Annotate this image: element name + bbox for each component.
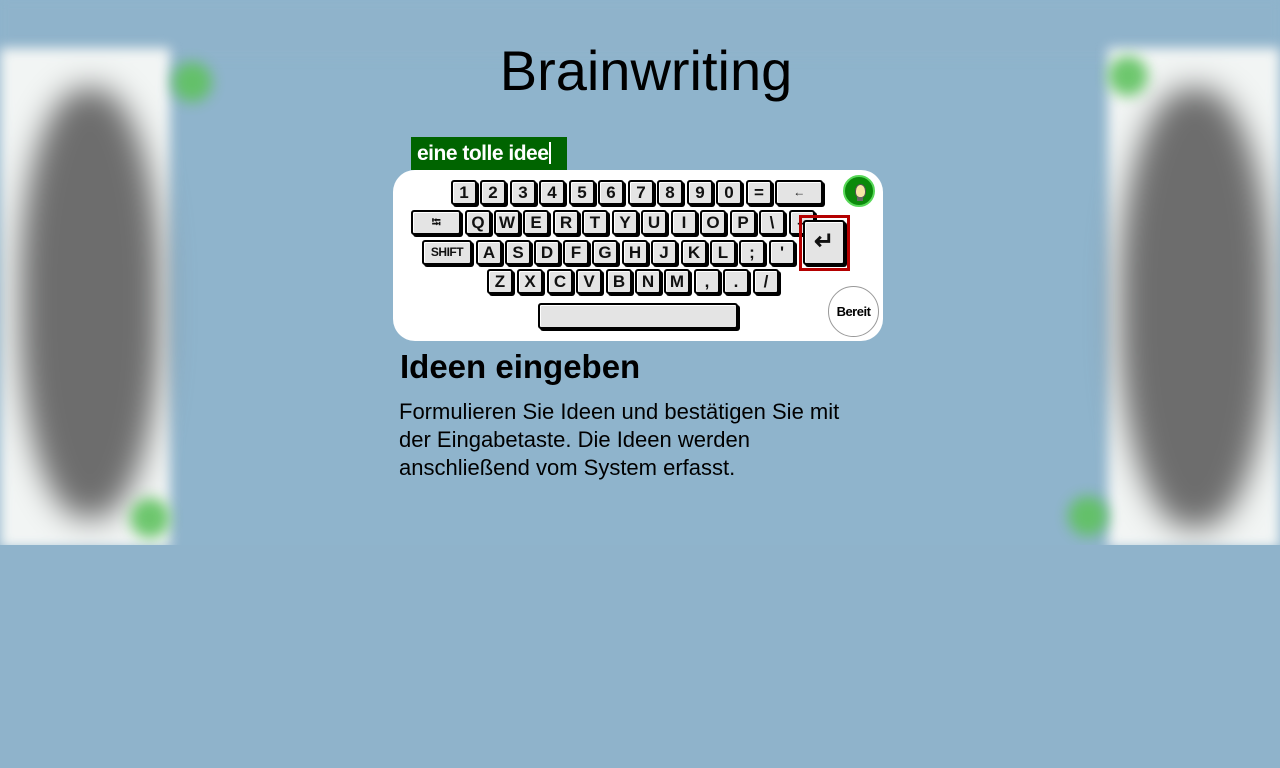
key-row1-10[interactable]: =: [746, 180, 772, 205]
key-row2-10[interactable]: P: [730, 210, 756, 235]
key-row4-3[interactable]: V: [576, 269, 602, 294]
idea-input-value: eine tolle idee: [417, 142, 549, 165]
key-row4-5[interactable]: N: [635, 269, 661, 294]
instructions-heading: Ideen eingeben: [400, 348, 641, 385]
key-row3-9[interactable]: L: [710, 240, 736, 265]
key-row2-4[interactable]: R: [553, 210, 579, 235]
key-row2-7[interactable]: U: [641, 210, 667, 235]
key-row4-1[interactable]: X: [517, 269, 543, 294]
key-row1-1[interactable]: 2: [480, 180, 506, 205]
key-row3-1[interactable]: A: [476, 240, 502, 265]
key-row3-0[interactable]: SHIFT: [422, 240, 472, 265]
key-row4-0[interactable]: Z: [487, 269, 513, 294]
key-row2-9[interactable]: O: [700, 210, 726, 235]
key-row3-4[interactable]: F: [563, 240, 589, 265]
key-row4-4[interactable]: B: [606, 269, 632, 294]
text-caret: [549, 142, 552, 164]
key-row3-3[interactable]: D: [534, 240, 560, 265]
right-blurred-panel: [1108, 48, 1280, 548]
left-blurred-panel: [0, 48, 170, 548]
idea-input[interactable]: eine tolle idee: [411, 137, 567, 170]
blurred-shape: [20, 88, 160, 518]
key-row3-7[interactable]: J: [651, 240, 677, 265]
key-row1-11[interactable]: ←: [775, 180, 823, 205]
key-row3-6[interactable]: H: [622, 240, 648, 265]
key-row1-7[interactable]: 8: [657, 180, 683, 205]
key-row1-4[interactable]: 5: [569, 180, 595, 205]
key-row3-2[interactable]: S: [505, 240, 531, 265]
bulb-glass: [855, 184, 866, 198]
instructions-text: Formulieren Sie Ideen und bestätigen Sie…: [399, 399, 840, 480]
key-row1-5[interactable]: 6: [598, 180, 624, 205]
key-row4-6[interactable]: M: [664, 269, 690, 294]
key-row4-8[interactable]: .: [723, 269, 749, 294]
key-row1-9[interactable]: 0: [716, 180, 742, 205]
ready-button[interactable]: Bereit: [828, 286, 879, 337]
key-row2-0[interactable]: ⭾: [411, 210, 461, 235]
key-row4-9[interactable]: /: [753, 269, 779, 294]
key-row3-11[interactable]: ': [769, 240, 795, 265]
lightbulb-icon[interactable]: [843, 175, 875, 207]
key-row2-6[interactable]: Y: [612, 210, 638, 235]
key-row3-5[interactable]: G: [592, 240, 618, 265]
key-row1-3[interactable]: 4: [539, 180, 565, 205]
key-row2-2[interactable]: W: [494, 210, 520, 235]
key-row3-10[interactable]: ;: [739, 240, 765, 265]
bottom-area: [0, 545, 1280, 768]
key-row1-2[interactable]: 3: [510, 180, 536, 205]
blurred-shape: [1120, 88, 1270, 528]
key-row2-5[interactable]: T: [582, 210, 608, 235]
key-row1-6[interactable]: 7: [628, 180, 654, 205]
bulb-base: [857, 197, 863, 201]
key-row2-11[interactable]: \: [759, 210, 785, 235]
key-row2-3[interactable]: E: [523, 210, 549, 235]
key-row4-7[interactable]: ,: [694, 269, 720, 294]
green-marker: [1068, 496, 1108, 536]
key-row2-1[interactable]: Q: [465, 210, 491, 235]
green-marker: [130, 498, 170, 538]
key-row3-8[interactable]: K: [681, 240, 707, 265]
key-row2-8[interactable]: I: [671, 210, 697, 235]
key-row1-8[interactable]: 9: [687, 180, 713, 205]
enter-key[interactable]: ↵: [803, 220, 845, 265]
page-title: Brainwriting: [499, 39, 793, 102]
space-key[interactable]: [538, 303, 738, 329]
key-row1-0[interactable]: 1: [451, 180, 477, 205]
key-row4-2[interactable]: C: [547, 269, 573, 294]
